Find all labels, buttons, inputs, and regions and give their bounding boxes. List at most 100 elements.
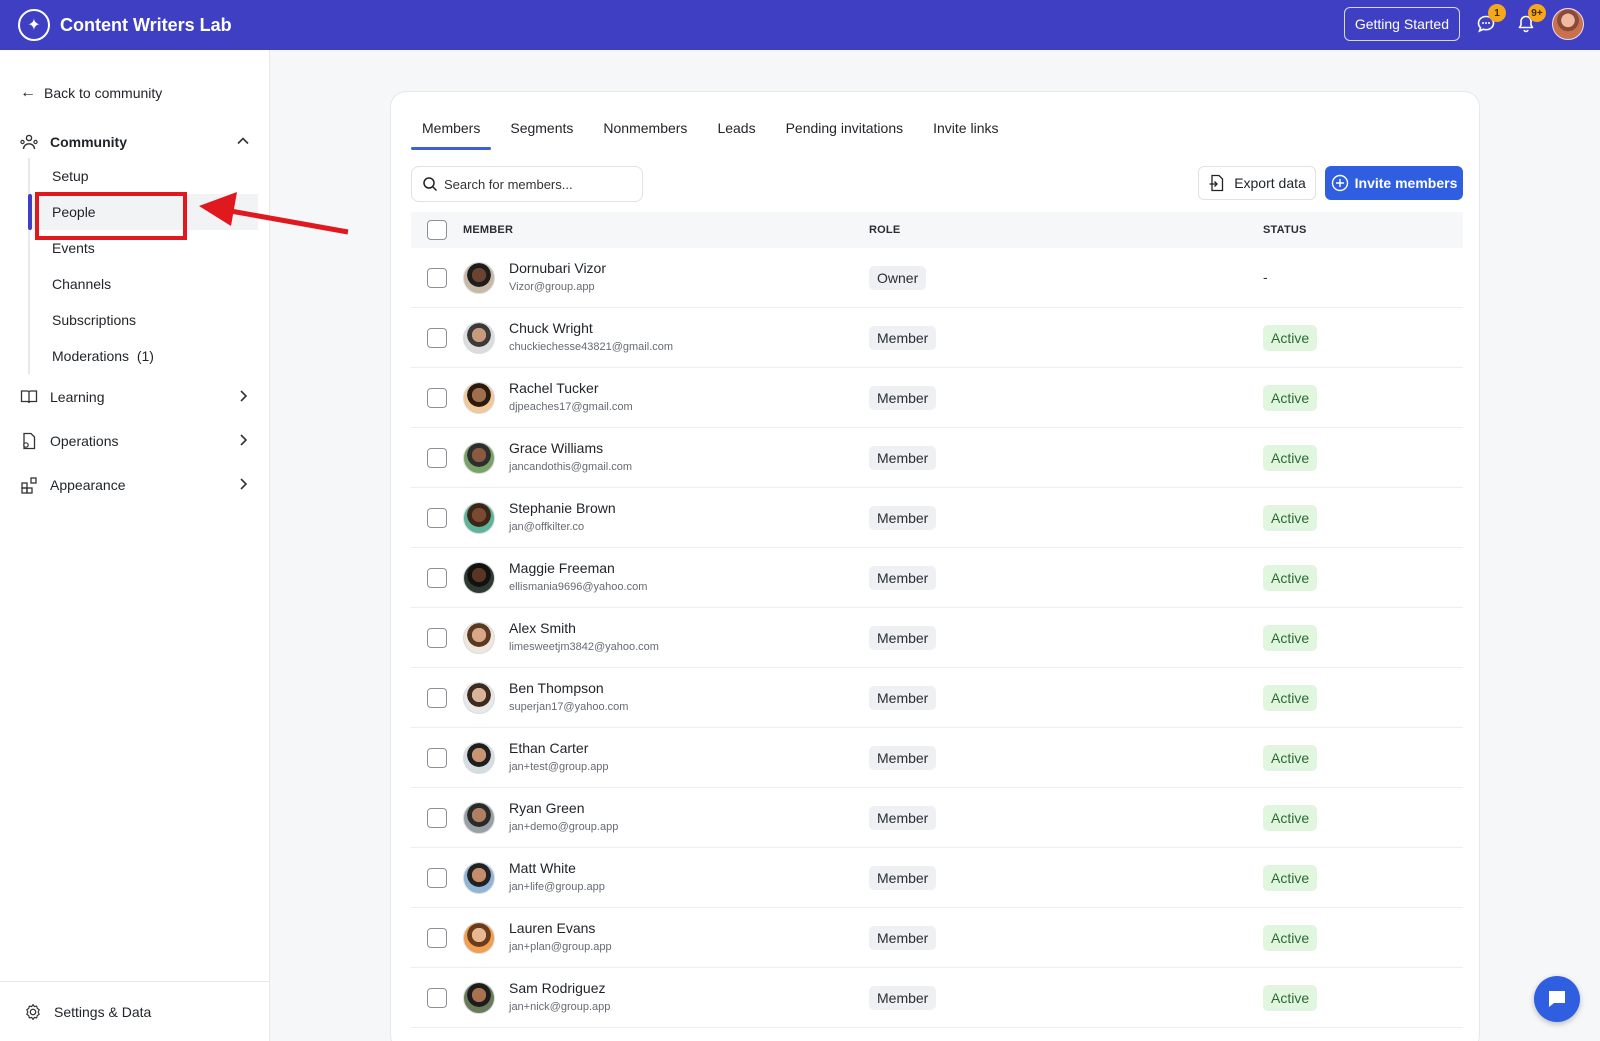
role-badge[interactable]: Member xyxy=(869,986,937,1010)
table-row[interactable]: Chuck Wright chuckiechesse43821@gmail.com… xyxy=(411,308,1463,368)
sidebar-item-channels[interactable]: Channels xyxy=(30,266,258,302)
member-name[interactable]: Alex Smith xyxy=(509,620,576,636)
row-checkbox[interactable] xyxy=(427,988,447,1008)
notifications-button[interactable]: 9+ xyxy=(1512,4,1546,38)
search-input[interactable]: Search for members... xyxy=(411,166,643,202)
row-checkbox[interactable] xyxy=(427,628,447,648)
row-checkbox[interactable] xyxy=(427,448,447,468)
member-name[interactable]: Ryan Green xyxy=(509,800,584,816)
avatar[interactable] xyxy=(463,442,495,474)
avatar[interactable] xyxy=(463,802,495,834)
back-to-community-link[interactable]: ← Back to community xyxy=(20,84,162,102)
row-checkbox[interactable] xyxy=(427,868,447,888)
member-name[interactable]: Rachel Tucker xyxy=(509,380,598,396)
table-row[interactable]: Grace Williams jancandothis@gmail.com Memb… xyxy=(411,428,1463,488)
role-badge[interactable]: Member xyxy=(869,386,937,410)
member-name[interactable]: Grace Williams xyxy=(509,440,603,456)
row-checkbox[interactable] xyxy=(427,508,447,528)
row-checkbox[interactable] xyxy=(427,268,447,288)
role-badge[interactable]: Member xyxy=(869,626,937,650)
member-name[interactable]: Lauren Evans xyxy=(509,920,595,936)
sidebar-section-learning[interactable]: Learning xyxy=(18,386,250,408)
member-name[interactable]: Stephanie Brown xyxy=(509,500,616,516)
avatar[interactable] xyxy=(463,982,495,1014)
role-badge[interactable]: Owner xyxy=(869,266,927,290)
row-checkbox[interactable] xyxy=(427,928,447,948)
table-row[interactable]: Ethan Carter jan+test@group.app Member Acti… xyxy=(411,728,1463,788)
sidebar-item-moderations[interactable]: Moderations (1) xyxy=(30,338,258,374)
messages-button[interactable]: 1 xyxy=(1472,4,1506,38)
sidebar-section-community[interactable]: Community xyxy=(18,131,250,153)
export-data-button[interactable]: Export data xyxy=(1198,166,1316,200)
column-member[interactable]: MEMBER xyxy=(463,224,513,236)
role-badge[interactable]: Member xyxy=(869,566,937,590)
member-name[interactable]: Ben Thompson xyxy=(509,680,604,696)
row-checkbox[interactable] xyxy=(427,748,447,768)
avatar[interactable] xyxy=(463,322,495,354)
row-checkbox[interactable] xyxy=(427,688,447,708)
gear-icon xyxy=(24,1003,42,1021)
status-badge: Active xyxy=(1263,325,1318,351)
tab-nonmembers[interactable]: Nonmembers xyxy=(592,120,698,144)
chevron-up-icon xyxy=(236,134,250,151)
row-checkbox[interactable] xyxy=(427,808,447,828)
table-row[interactable]: Rachel Tucker djpeaches17@gmail.com Member… xyxy=(411,368,1463,428)
tab-invite-links[interactable]: Invite links xyxy=(922,120,1009,144)
table-row[interactable]: Lauren Evans jan+plan@group.app Member Acti… xyxy=(411,908,1463,968)
role-badge[interactable]: Member xyxy=(869,746,937,770)
avatar[interactable] xyxy=(463,502,495,534)
member-name[interactable]: Dornubari Vizor xyxy=(509,260,606,276)
members-panel: Members Segments Nonmembers Leads Pendin… xyxy=(390,91,1480,1041)
table-row[interactable]: Matt White jan+life@group.app Member Active xyxy=(411,848,1463,908)
sidebar-section-operations[interactable]: Operations xyxy=(18,430,250,452)
table-row[interactable]: Maggie Freeman ellismania9696@yahoo.com Me… xyxy=(411,548,1463,608)
column-role[interactable]: ROLE xyxy=(869,224,900,236)
role-badge[interactable]: Member xyxy=(869,506,937,530)
role-badge[interactable]: Member xyxy=(869,686,937,710)
member-name[interactable]: Ethan Carter xyxy=(509,740,588,756)
member-name[interactable]: Matt White xyxy=(509,860,576,876)
avatar[interactable] xyxy=(463,262,495,294)
table-row[interactable]: Sam Rodriguez jan+nick@group.app Member Act… xyxy=(411,968,1463,1028)
sidebar-item-subscriptions[interactable]: Subscriptions xyxy=(30,302,258,338)
table-row[interactable]: Dornubari Vizor Vizor@group.app Owner - xyxy=(411,248,1463,308)
avatar[interactable] xyxy=(463,622,495,654)
table-row[interactable]: Ryan Green jan+demo@group.app Member Active xyxy=(411,788,1463,848)
sidebar-section-appearance[interactable]: Appearance xyxy=(18,474,250,496)
role-badge[interactable]: Member xyxy=(869,926,937,950)
member-name[interactable]: Chuck Wright xyxy=(509,320,593,336)
avatar[interactable] xyxy=(463,382,495,414)
table-row[interactable]: Stephanie Brown jan@offkilter.co Member Act… xyxy=(411,488,1463,548)
row-checkbox[interactable] xyxy=(427,328,447,348)
tab-members[interactable]: Members xyxy=(411,120,492,150)
annotation-arrow-icon xyxy=(199,192,349,235)
invite-members-button[interactable]: Invite members xyxy=(1325,166,1463,200)
getting-started-button[interactable]: Getting Started xyxy=(1343,7,1460,41)
table-row[interactable]: Ben Thompson superjan17@yahoo.com Member Ac… xyxy=(411,668,1463,728)
support-chat-button[interactable] xyxy=(1534,976,1580,1022)
role-badge[interactable]: Member xyxy=(869,866,937,890)
table-row[interactable]: Alex Smith limesweetjm3842@yahoo.com Membe… xyxy=(411,608,1463,668)
column-status[interactable]: STATUS xyxy=(1263,224,1307,236)
role-badge[interactable]: Member xyxy=(869,446,937,470)
logo-icon[interactable]: ✦ xyxy=(18,9,50,41)
member-name[interactable]: Maggie Freeman xyxy=(509,560,615,576)
tab-pending-invitations[interactable]: Pending invitations xyxy=(775,120,915,144)
app-title[interactable]: Content Writers Lab xyxy=(60,15,232,36)
avatar[interactable] xyxy=(463,742,495,774)
row-checkbox[interactable] xyxy=(427,568,447,588)
row-checkbox[interactable] xyxy=(427,388,447,408)
role-badge[interactable]: Member xyxy=(869,806,937,830)
member-name[interactable]: Sam Rodriguez xyxy=(509,980,606,996)
tab-segments[interactable]: Segments xyxy=(499,120,584,144)
avatar[interactable] xyxy=(463,862,495,894)
role-badge[interactable]: Member xyxy=(869,326,937,350)
user-avatar[interactable] xyxy=(1552,8,1584,40)
select-all-checkbox[interactable] xyxy=(427,220,447,240)
member-email: jan+life@group.app xyxy=(509,881,605,893)
avatar[interactable] xyxy=(463,562,495,594)
settings-and-data-link[interactable]: Settings & Data xyxy=(0,981,270,1041)
tab-leads[interactable]: Leads xyxy=(706,120,766,144)
avatar[interactable] xyxy=(463,922,495,954)
avatar[interactable] xyxy=(463,682,495,714)
